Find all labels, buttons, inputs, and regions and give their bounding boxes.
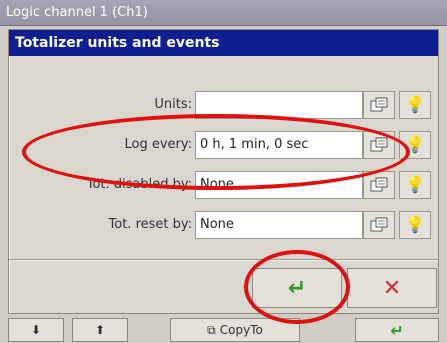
edit-icon — [370, 177, 388, 192]
tot-reset-light-button[interactable]: 💡 — [399, 211, 431, 239]
close-icon: ✕ — [382, 275, 402, 301]
log-every-light-button[interactable]: 💡 — [399, 131, 431, 159]
enter-icon: ↵ — [390, 320, 404, 340]
tot-disabled-row: Tot. disabled by: None 💡 — [9, 168, 438, 202]
cancel-button[interactable]: ✕ — [347, 268, 437, 308]
units-light-button[interactable]: 💡 — [399, 91, 431, 119]
tot-disabled-label: Tot. disabled by: — [86, 177, 192, 192]
ok-button[interactable]: ↵ — [252, 268, 342, 308]
arrow-down-icon: ⬇ — [30, 323, 42, 337]
divider — [9, 259, 438, 261]
units-field[interactable] — [195, 91, 363, 119]
confirm-button[interactable]: ↵ — [355, 318, 439, 342]
tot-reset-label: Tot. reset by: — [108, 217, 192, 232]
units-label: Units: — [154, 97, 192, 112]
window-title: Logic channel 1 (Ch1) — [0, 0, 447, 26]
edit-icon — [370, 137, 388, 152]
scroll-down-button[interactable]: ⬇ — [8, 318, 64, 342]
lightbulb-icon: 💡 — [405, 175, 425, 194]
bottom-toolbar: ⬇ ⬆ ⧉ CopyTo ↵ — [0, 314, 447, 343]
copy-to-button[interactable]: ⧉ CopyTo — [170, 318, 300, 342]
lightbulb-icon: 💡 — [405, 215, 425, 234]
copy-icon: ⧉ — [207, 322, 216, 337]
lightbulb-icon: 💡 — [405, 135, 425, 154]
scroll-up-button[interactable]: ⬆ — [72, 318, 128, 342]
edit-icon — [370, 97, 388, 112]
dialog-title: Totalizer units and events — [9, 30, 438, 56]
units-edit-button[interactable] — [363, 91, 395, 119]
tot-disabled-edit-button[interactable] — [363, 171, 395, 199]
copy-to-label: CopyTo — [219, 323, 263, 337]
log-every-label: Log every: — [124, 137, 192, 152]
lightbulb-icon: 💡 — [405, 95, 425, 114]
tot-disabled-light-button[interactable]: 💡 — [399, 171, 431, 199]
enter-icon: ↵ — [287, 275, 307, 301]
log-every-row: Log every: 0 h, 1 min, 0 sec 💡 — [9, 128, 438, 162]
totalizer-dialog: Totalizer units and events Units: 💡 Log … — [8, 29, 439, 314]
tot-reset-field[interactable]: None — [195, 211, 363, 239]
log-every-edit-button[interactable] — [363, 131, 395, 159]
units-row: Units: 💡 — [9, 88, 438, 122]
tot-reset-row: Tot. reset by: None 💡 — [9, 208, 438, 242]
arrow-up-icon: ⬆ — [94, 323, 106, 337]
tot-disabled-field[interactable]: None — [195, 171, 363, 199]
edit-icon — [370, 217, 388, 232]
tot-reset-edit-button[interactable] — [363, 211, 395, 239]
log-every-field[interactable]: 0 h, 1 min, 0 sec — [195, 131, 363, 159]
